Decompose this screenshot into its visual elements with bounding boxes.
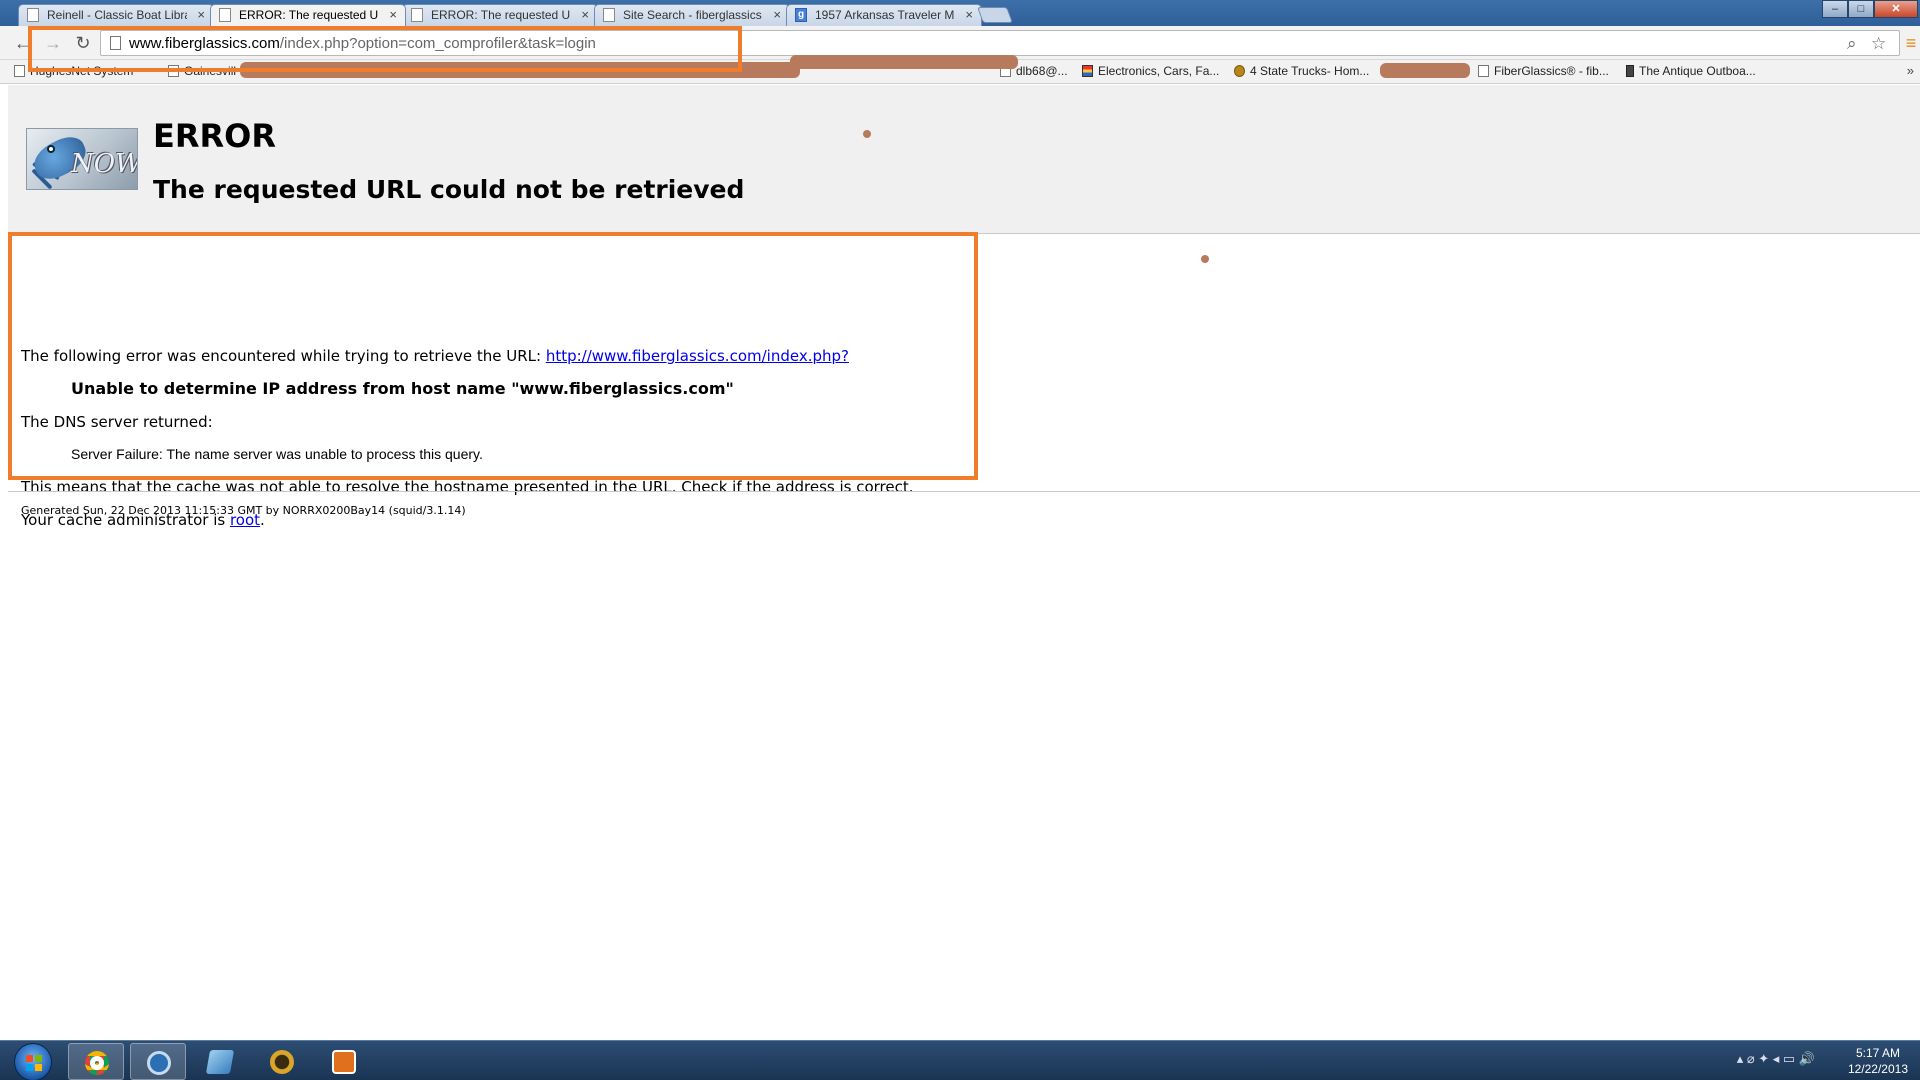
bookmark-fiberglassics[interactable]: FiberGlassics® - fib... — [1478, 64, 1609, 78]
taskbar-media-player[interactable] — [316, 1043, 372, 1080]
close-icon[interactable]: × — [581, 5, 589, 25]
squid-logo: NOW — [26, 128, 138, 190]
address-url[interactable]: www.fiberglassics.com/index.php?option=c… — [129, 35, 596, 52]
system-tray-icons[interactable]: ▴ ⌀ ✦ ◂ ▭ 🔊 — [1737, 1051, 1815, 1067]
tab-title: Reinell - Classic Boat Libra — [47, 8, 187, 22]
error-header: NOW ERROR The requested URL could not be… — [8, 85, 1920, 234]
back-button[interactable]: ← — [12, 32, 34, 54]
tab-title: 1957 Arkansas Traveler M — [815, 8, 955, 22]
redaction-mark — [1380, 63, 1470, 78]
truck-icon — [1234, 65, 1245, 77]
google-icon: g — [795, 8, 807, 22]
page-icon — [27, 8, 39, 22]
close-icon[interactable]: × — [197, 5, 205, 25]
squid-eye — [47, 145, 55, 153]
bookmark-gainesville[interactable]: Gainesvill — [168, 64, 236, 78]
menu-icon[interactable]: ≡ — [1900, 32, 1920, 54]
clock[interactable]: 5:17 AM 12/22/2013 — [1848, 1045, 1908, 1077]
requested-url-link[interactable]: http://www.fiberglassics.com/index.php? — [546, 347, 849, 365]
tab-site-search[interactable]: Site Search - fiberglassics × — [594, 4, 790, 26]
logo-text: NOW — [71, 149, 138, 179]
page-title: ERROR — [153, 117, 276, 155]
taskbar-app-2[interactable] — [130, 1043, 186, 1080]
page-icon — [411, 8, 423, 22]
new-tab-button[interactable] — [977, 7, 1013, 23]
tab-error[interactable]: ERROR: The requested URL × — [402, 4, 598, 26]
tab-arkansas-traveler[interactable]: g 1957 Arkansas Traveler M × — [786, 4, 982, 26]
notepad-icon — [205, 1050, 235, 1074]
ebay-icon — [1082, 65, 1093, 77]
close-icon[interactable]: × — [773, 5, 781, 25]
clock-date: 12/22/2013 — [1847, 1062, 1908, 1076]
maximize-button[interactable]: □ — [1848, 0, 1874, 18]
taskbar-chrome[interactable] — [68, 1043, 124, 1080]
clock-time: 5:17 AM — [1855, 1046, 1900, 1060]
intro-text: The following error was encountered whil… — [21, 347, 546, 365]
tab-strip: Reinell - Classic Boat Libra × ERROR: Th… — [0, 0, 1920, 26]
close-icon[interactable]: × — [389, 5, 397, 25]
address-bar[interactable]: www.fiberglassics.com/index.php?option=c… — [100, 30, 1900, 56]
outboard-icon — [1626, 65, 1634, 77]
url-host: www.fiberglassics.com — [129, 35, 280, 52]
error-intro: The following error was encountered whil… — [21, 347, 849, 365]
page-icon — [1478, 65, 1489, 77]
page-icon — [219, 8, 231, 22]
tab-title: ERROR: The requested URL — [431, 8, 571, 22]
footer-generated: Generated Sun, 22 Dec 2013 11:15:33 GMT … — [21, 504, 466, 517]
media-player-icon — [332, 1050, 356, 1074]
tab-title: Site Search - fiberglassics — [623, 8, 762, 22]
start-button[interactable] — [14, 1043, 52, 1080]
minimize-button[interactable]: – — [1822, 0, 1848, 18]
windows-taskbar: ▴ ⌀ ✦ ◂ ▭ 🔊 5:17 AM 12/22/2013 — [0, 1040, 1920, 1080]
bookmark-label: HughesNet System — [30, 64, 134, 78]
error-message: Unable to determine IP address from host… — [71, 379, 734, 398]
bookmark-hughesnet[interactable]: HughesNet System — [14, 64, 133, 78]
bookmark-label: 4 State Trucks- Hom... — [1250, 64, 1370, 78]
page-subtitle: The requested URL could not be retrieved — [153, 175, 745, 204]
annotation-dot — [1201, 255, 1209, 263]
bookmarks-overflow-button[interactable]: » — [1907, 63, 1914, 78]
dns-label: The DNS server returned: — [21, 413, 213, 431]
bookmark-label: Gainesvill — [184, 64, 237, 78]
star-icon[interactable]: ☆ — [1871, 34, 1886, 54]
tab-reinell[interactable]: Reinell - Classic Boat Libra × — [18, 4, 214, 26]
url-path: /index.php?option=com_comprofiler&task=l… — [279, 35, 596, 52]
error-page: NOW ERROR The requested URL could not be… — [8, 85, 1920, 1040]
bookmark-4-state-trucks[interactable]: 4 State Trucks- Hom... — [1234, 64, 1369, 78]
bookmark-antique-outboard[interactable]: The Antique Outboa... — [1626, 64, 1756, 78]
page-icon — [110, 36, 121, 50]
page-icon — [168, 65, 179, 77]
close-icon[interactable]: × — [965, 5, 973, 25]
footer-divider — [8, 491, 1920, 492]
page-background — [8, 498, 1920, 1040]
dns-message: Server Failure: The name server was unab… — [71, 446, 483, 462]
tab-title: ERROR: The requested URL — [239, 8, 379, 22]
explanation-text: This means that the cache was not able t… — [21, 478, 914, 496]
close-window-button[interactable]: ✕ — [1874, 0, 1918, 18]
bookmark-label: Electronics, Cars, Fa... — [1098, 64, 1220, 78]
page-icon — [14, 65, 25, 77]
annotation-dot — [863, 130, 871, 138]
forward-button[interactable]: → — [42, 32, 64, 54]
taskbar-notepad[interactable] — [192, 1043, 248, 1080]
bookmark-label: dlb68@... — [1016, 64, 1068, 78]
windows-logo-icon — [26, 1055, 42, 1071]
page-icon — [603, 8, 615, 22]
search-icon[interactable]: ⌕ — [1847, 34, 1857, 54]
bookmark-label: FiberGlassics® - fib... — [1494, 64, 1609, 78]
tab-error-active[interactable]: ERROR: The requested URL × — [210, 4, 406, 26]
app-icon — [147, 1051, 171, 1075]
reload-button[interactable]: ↻ — [72, 32, 94, 54]
redaction-mark — [240, 62, 800, 78]
wow-icon — [270, 1050, 294, 1074]
taskbar-world-of-warcraft[interactable] — [254, 1043, 310, 1080]
bookmark-label: The Antique Outboa... — [1639, 64, 1756, 78]
redaction-mark — [790, 55, 1018, 69]
bookmark-electronics[interactable]: Electronics, Cars, Fa... — [1082, 64, 1219, 78]
chrome-icon — [85, 1051, 109, 1075]
